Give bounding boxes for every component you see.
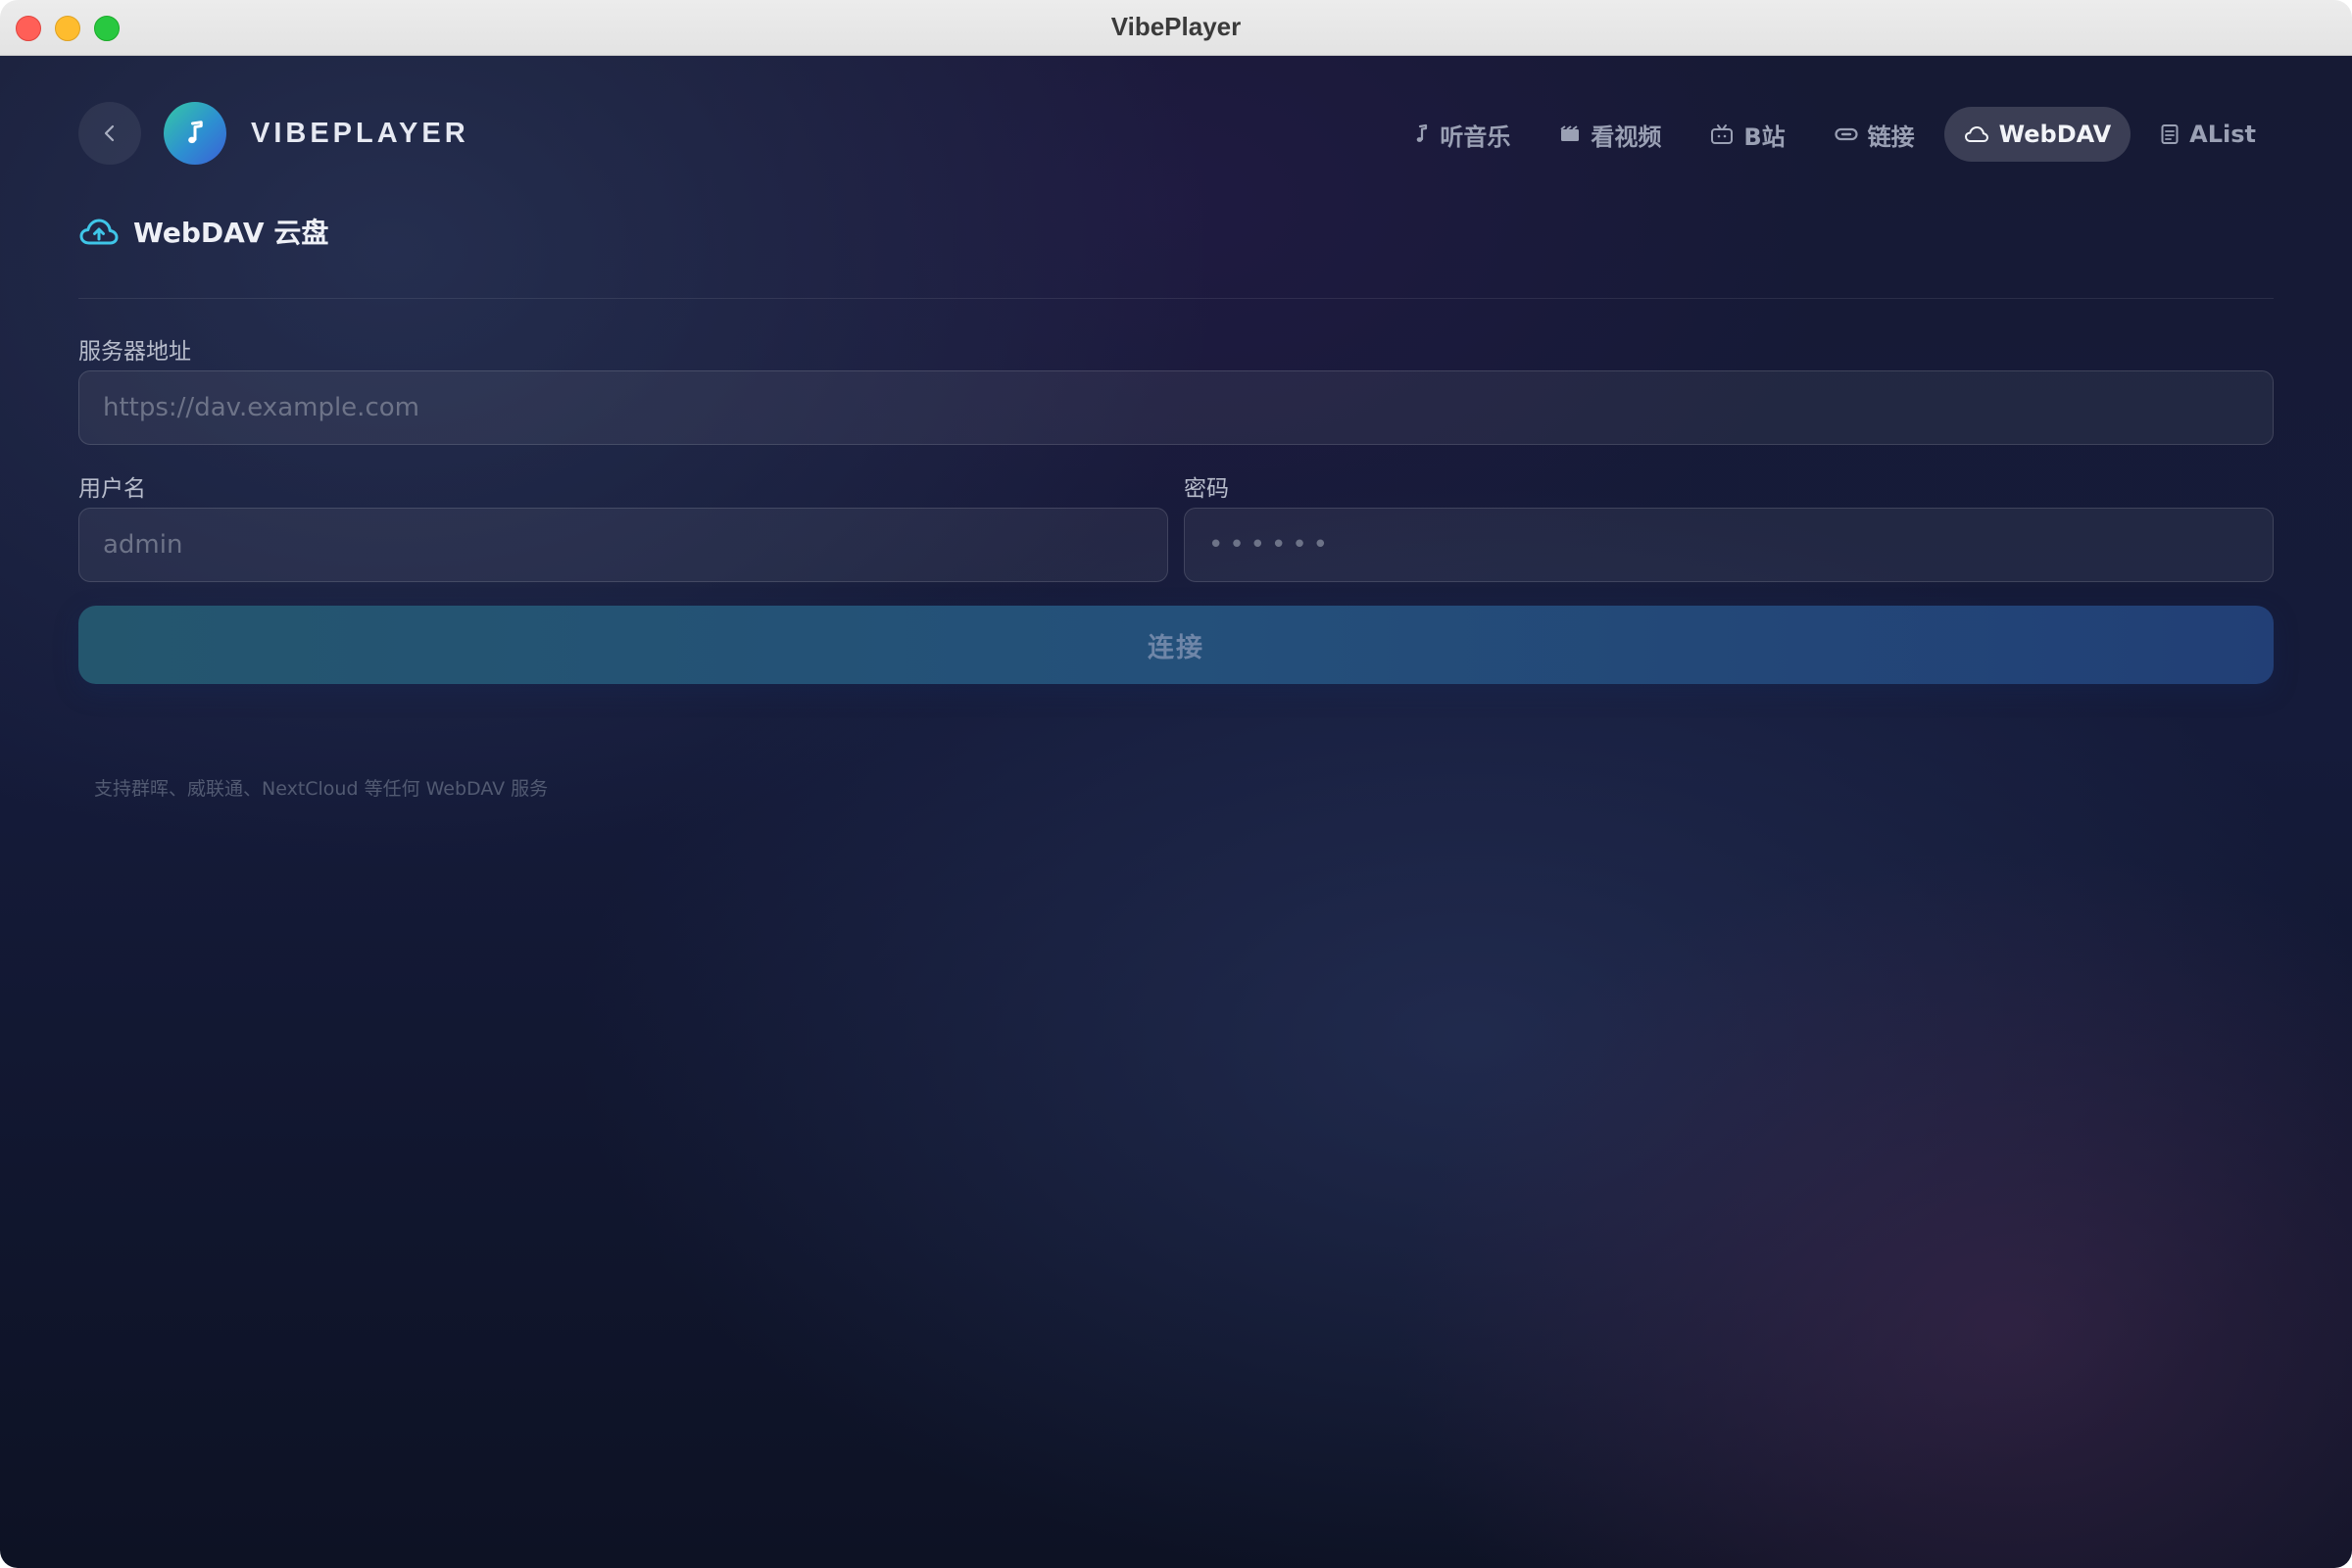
connect-button-label: 连接 [1148, 632, 1204, 663]
app-window: VibePlayer VIBEPLAYER 听音乐 看视频 B站 链接 WebD… [0, 0, 2352, 1568]
password-label: 密码 [1184, 476, 1229, 502]
nav-item-label: 听音乐 [1440, 122, 1511, 151]
nav-item-label: 链接 [1867, 122, 1915, 151]
nav-item-video[interactable]: 看视频 [1540, 107, 1681, 162]
music-note-icon [180, 119, 210, 148]
nav-item-label: 看视频 [1591, 122, 1662, 151]
window-title: VibePlayer [1110, 12, 1242, 41]
app-logo [164, 102, 226, 165]
password-input[interactable] [1184, 508, 2274, 582]
server-address-input[interactable] [78, 370, 2274, 445]
compatibility-hint: 支持群晖、威联通、NextCloud 等任何 WebDAV 服务 [94, 778, 549, 800]
brand-name: VIBEPLAYER [251, 118, 469, 149]
back-button[interactable] [78, 102, 141, 165]
nav-item-music[interactable]: 听音乐 [1393, 107, 1530, 162]
main-content: VIBEPLAYER 听音乐 看视频 B站 链接 WebDAV AList We… [0, 56, 2352, 1568]
section-divider [78, 298, 2274, 299]
section-header: WebDAV 云盘 [78, 211, 328, 252]
connect-button[interactable]: 连接 [78, 606, 2274, 684]
top-nav: 听音乐 看视频 B站 链接 WebDAV AList [1393, 107, 2276, 162]
nav-item-label: AList [2189, 121, 2256, 148]
username-label: 用户名 [78, 476, 146, 502]
nav-item-label: B站 [1743, 122, 1786, 151]
music-note-icon [1412, 123, 1430, 145]
page-title: WebDAV 云盘 [133, 217, 329, 249]
cloud-icon [1964, 125, 1989, 143]
title-bar[interactable]: VibePlayer [0, 0, 2352, 56]
nav-item-link[interactable]: 链接 [1815, 107, 1935, 162]
tv-icon [1710, 123, 1734, 145]
cloud-upload-icon [78, 216, 120, 247]
server-address-label: 服务器地址 [78, 339, 191, 365]
nav-item-label: WebDAV [1998, 121, 2112, 148]
nav-item-webdav[interactable]: WebDAV [1943, 107, 2132, 162]
link-icon [1835, 126, 1858, 142]
nav-item-alist[interactable]: AList [2140, 107, 2276, 162]
chevron-left-icon [98, 122, 122, 145]
document-icon [2160, 123, 2180, 145]
film-icon [1559, 124, 1581, 144]
username-input[interactable] [78, 508, 1168, 582]
nav-item-bilibili[interactable]: B站 [1690, 107, 1804, 162]
